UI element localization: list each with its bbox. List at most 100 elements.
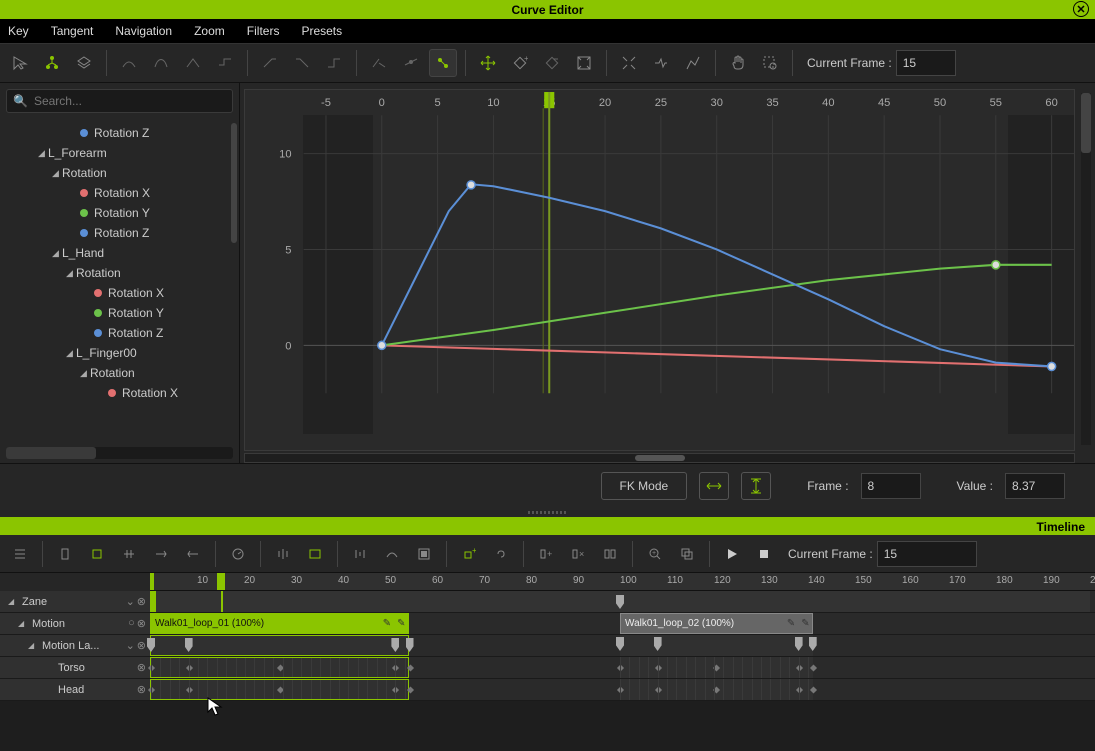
panel-splitter[interactable] <box>0 507 1095 517</box>
tree-item[interactable]: Rotation Z <box>0 323 239 343</box>
add-key-icon[interactable]: + <box>506 49 534 77</box>
tangent-out-icon[interactable] <box>288 49 316 77</box>
timeline-clip[interactable]: Walk01_loop_01 (100%)✎✎ <box>150 613 409 634</box>
tl-zoomin-icon[interactable]: + <box>641 540 669 568</box>
tree-item[interactable]: Rotation Y <box>0 203 239 223</box>
tl-snap3-icon[interactable] <box>410 540 438 568</box>
search-input[interactable] <box>34 94 226 108</box>
row-action-icon[interactable]: ⊗ <box>137 661 146 674</box>
tl-snap2-icon[interactable] <box>378 540 406 568</box>
timeline-clip[interactable]: Walk01_loop_02 (100%)✎✎ <box>620 613 813 634</box>
row-action-icon[interactable]: ○ <box>128 617 135 630</box>
tl-snap1-icon[interactable] <box>346 540 374 568</box>
pan-tool-icon[interactable] <box>724 49 752 77</box>
menu-presets[interactable]: Presets <box>301 24 342 38</box>
tl-tool2-icon[interactable] <box>83 540 111 568</box>
timeline-ruler[interactable]: 1020304050607080901001101201301401501601… <box>150 573 1095 591</box>
tl-current-frame-input[interactable] <box>877 541 977 567</box>
curve-graph[interactable]: -50510152025303540455055601050 <box>244 89 1075 451</box>
tree-item[interactable]: Rotation Z <box>0 223 239 243</box>
stop-icon[interactable] <box>750 540 778 568</box>
menu-navigation[interactable]: Navigation <box>115 24 172 38</box>
snap-icon[interactable] <box>647 49 675 77</box>
tangent-linear-icon[interactable] <box>179 49 207 77</box>
fit-icon[interactable] <box>615 49 643 77</box>
unify-tangent-icon[interactable] <box>397 49 425 77</box>
tree-item[interactable]: Rotation Y <box>0 303 239 323</box>
tl-range-icon[interactable] <box>301 540 329 568</box>
row-action-icon[interactable]: ⌄ <box>126 639 135 652</box>
row-action-icon[interactable]: ⌄ <box>126 595 135 608</box>
timeline-row-label[interactable]: ◢Motion○⊗ <box>0 613 150 634</box>
fk-mode-button[interactable]: FK Mode <box>601 472 688 500</box>
tl-addkey-icon[interactable]: + <box>455 540 483 568</box>
keyframe-diamond-icon[interactable] <box>810 686 817 693</box>
graph-hscrollbar[interactable] <box>244 453 1075 463</box>
play-icon[interactable] <box>718 540 746 568</box>
tangent-spline-icon[interactable] <box>147 49 175 77</box>
tangent-auto-icon[interactable] <box>115 49 143 77</box>
weighted-tangent-icon[interactable] <box>429 49 457 77</box>
menu-key[interactable]: Key <box>8 24 29 38</box>
keyframe-region[interactable] <box>620 679 813 700</box>
property-tree[interactable]: Rotation Z◢L_Forearm◢RotationRotation XR… <box>0 119 239 443</box>
timeline-playhead-flag[interactable] <box>217 573 225 590</box>
tree-hscrollbar[interactable] <box>6 447 233 459</box>
keyframe-region[interactable] <box>150 635 409 656</box>
timeline-row-label[interactable]: ◢Zane⌄⊗ <box>0 591 150 612</box>
clip-edit-icon[interactable]: ✎ <box>801 618 809 629</box>
close-icon[interactable]: ✕ <box>1073 1 1089 17</box>
height-lock-icon[interactable] <box>741 472 771 500</box>
tl-mirror-icon[interactable] <box>269 540 297 568</box>
tl-tool3-icon[interactable] <box>115 540 143 568</box>
timeline-track[interactable] <box>150 635 1095 656</box>
hierarchy-icon[interactable] <box>38 49 66 77</box>
tangent-flat-icon[interactable] <box>211 49 239 77</box>
tree-item[interactable]: Rotation Z <box>0 123 239 143</box>
select-tool-icon[interactable] <box>6 49 34 77</box>
tree-item[interactable]: Rotation X <box>0 283 239 303</box>
keyframe-region[interactable] <box>620 635 813 656</box>
clip-edit-icon[interactable]: ✎ <box>397 618 405 629</box>
tree-item[interactable]: ◢Rotation <box>0 263 239 283</box>
menu-filters[interactable]: Filters <box>247 24 280 38</box>
row-action-icon[interactable]: ⊗ <box>137 617 146 630</box>
zoom-region-icon[interactable] <box>756 49 784 77</box>
frame-input[interactable] <box>861 473 921 499</box>
clip-edit-icon[interactable]: ✎ <box>383 618 391 629</box>
keyframe-diamond-icon[interactable] <box>406 664 413 671</box>
tl-insert-icon[interactable]: + <box>532 540 560 568</box>
timeline-track[interactable] <box>150 657 1095 678</box>
tree-item[interactable]: ◢Rotation <box>0 163 239 183</box>
normalize-icon[interactable] <box>679 49 707 77</box>
tl-delete-icon[interactable]: × <box>564 540 592 568</box>
tl-dup-icon[interactable] <box>673 540 701 568</box>
timeline-track[interactable] <box>150 679 1095 700</box>
graph-vscrollbar[interactable] <box>1081 93 1091 445</box>
tl-tool5-icon[interactable] <box>179 540 207 568</box>
timeline-row-label[interactable]: Head⊗ <box>0 679 150 700</box>
tree-item[interactable]: ◢L_Forearm <box>0 143 239 163</box>
value-input[interactable] <box>1005 473 1065 499</box>
tl-split-icon[interactable] <box>596 540 624 568</box>
keyframe-diamond-icon[interactable] <box>406 686 413 693</box>
tl-tool4-icon[interactable] <box>147 540 175 568</box>
move-tool-icon[interactable] <box>474 49 502 77</box>
keyframe-region[interactable] <box>150 657 409 678</box>
tl-tool1-icon[interactable] <box>51 540 79 568</box>
row-action-icon[interactable]: ⊗ <box>137 595 146 608</box>
keyframe-diamond-icon[interactable] <box>810 664 817 671</box>
timeline-row-label[interactable]: ◢Motion La...⌄⊗ <box>0 635 150 656</box>
menu-tangent[interactable]: Tangent <box>51 24 94 38</box>
keyframe-region[interactable] <box>620 657 813 678</box>
tree-item[interactable]: ◢Rotation <box>0 363 239 383</box>
tree-item[interactable]: ◢L_Hand <box>0 243 239 263</box>
tree-item[interactable]: ◢L_Finger00 <box>0 343 239 363</box>
tl-link-icon[interactable] <box>487 540 515 568</box>
layers-icon[interactable] <box>70 49 98 77</box>
timeline-track[interactable]: Walk01_loop_01 (100%)✎✎Walk01_loop_02 (1… <box>150 613 1095 634</box>
timeline-track[interactable] <box>150 591 1095 612</box>
break-tangent-icon[interactable] <box>365 49 393 77</box>
row-action-icon[interactable]: ⊗ <box>137 683 146 696</box>
menu-zoom[interactable]: Zoom <box>194 24 225 38</box>
